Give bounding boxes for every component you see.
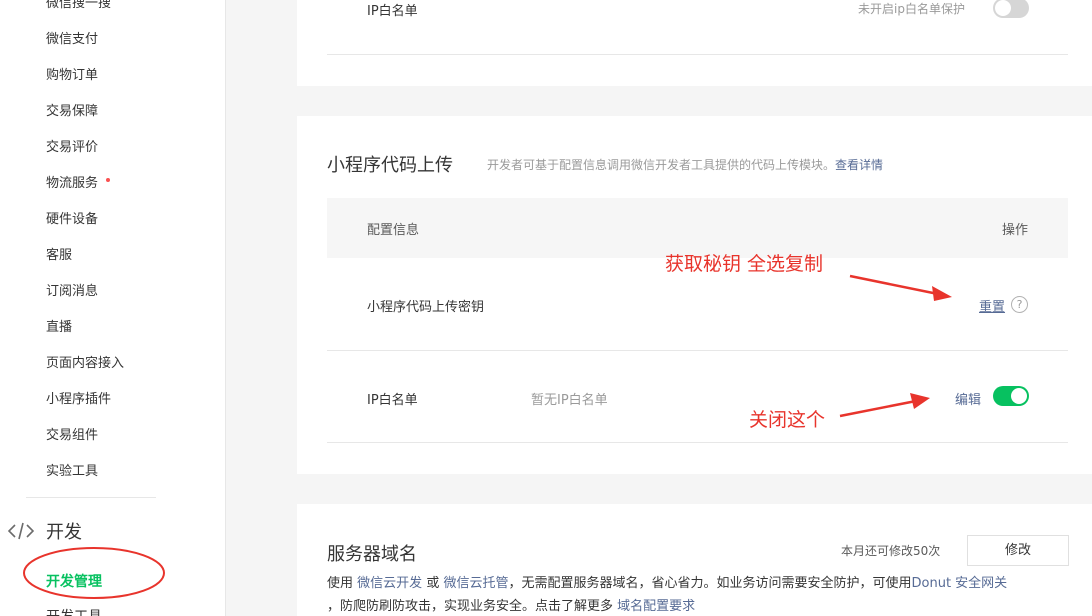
sidebar-item-dev-tools[interactable]: 开发工具 bbox=[46, 606, 102, 616]
ip-whitelist-enabled-toggle[interactable] bbox=[993, 386, 1029, 406]
sidebar-item-dev-manage[interactable]: 开发管理 bbox=[46, 571, 102, 591]
code-upload-desc: 开发者可基于配置信息调用微信开发者工具提供的代码上传模块。查看详情 bbox=[487, 156, 883, 173]
sidebar-divider bbox=[26, 497, 156, 498]
ip-whitelist-row-label: IP白名单 bbox=[367, 393, 418, 408]
code-upload-card: 小程序代码上传 开发者可基于配置信息调用微信开发者工具提供的代码上传模块。查看详… bbox=[297, 116, 1092, 474]
sidebar-item-trade-guarantee[interactable]: 交易保障 bbox=[46, 103, 98, 121]
domain-requirements-link[interactable]: 域名配置要求 bbox=[617, 599, 695, 614]
sidebar-item-search[interactable]: 微信搜一搜 bbox=[46, 0, 111, 13]
info-text: 或 bbox=[426, 576, 440, 591]
donut-gateway-link[interactable]: Donut 安全网关 bbox=[912, 576, 1008, 591]
col-actions: 操作 bbox=[1001, 223, 1028, 238]
sidebar-item-hardware[interactable]: 硬件设备 bbox=[46, 211, 98, 229]
annotation-close-this: 关闭这个 bbox=[749, 409, 826, 431]
ip-whitelist-label: IP白名单 bbox=[367, 4, 418, 19]
code-upload-desc-text: 开发者可基于配置信息调用微信开发者工具提供的代码上传模块。 bbox=[487, 158, 836, 172]
server-info-line-2: ，防爬防刷防攻击，实现业务安全。点击了解更多 域名配置要求 bbox=[327, 595, 695, 614]
ip-whitelist-card: IP白名单 未开启ip白名单保护 bbox=[297, 0, 1092, 86]
sidebar-item-subscribe[interactable]: 订阅消息 bbox=[46, 283, 98, 301]
upload-key-label: 小程序代码上传密钥 bbox=[367, 300, 485, 315]
sidebar: 微信搜一搜 微信支付 购物订单 交易保障 交易评价 物流服务 硬件设备 客服 订… bbox=[0, 0, 226, 616]
server-domain-title: 服务器域名 bbox=[327, 544, 417, 565]
ip-whitelist-empty: 暂无IP白名单 bbox=[531, 393, 608, 408]
divider bbox=[327, 54, 1068, 55]
info-text: ，无需配置服务器域名，省心省力。如业务访问需要安全防护，可使用 bbox=[508, 576, 912, 591]
modify-button[interactable]: 修改 bbox=[967, 535, 1069, 566]
col-config-info: 配置信息 bbox=[367, 223, 420, 238]
sidebar-item-lab-tools[interactable]: 实验工具 bbox=[46, 463, 98, 481]
code-upload-title: 小程序代码上传 bbox=[327, 155, 453, 176]
server-info-line-1: 使用 微信云开发 或 微信云托管，无需配置服务器域名，省心省力。如业务访问需要安… bbox=[327, 572, 1007, 591]
view-details-link[interactable]: 查看详情 bbox=[835, 158, 883, 172]
sidebar-section-develop[interactable]: 开发 bbox=[8, 518, 82, 544]
cloud-hosting-link[interactable]: 微信云托管 bbox=[443, 576, 508, 591]
sidebar-item-live[interactable]: 直播 bbox=[46, 319, 72, 337]
sidebar-item-orders[interactable]: 购物订单 bbox=[46, 67, 98, 85]
reset-key-link[interactable]: 重置 bbox=[979, 296, 1005, 315]
help-icon[interactable]: ? bbox=[1011, 296, 1028, 313]
sidebar-item-trade-component[interactable]: 交易组件 bbox=[46, 427, 98, 445]
toggle-knob bbox=[1011, 388, 1027, 404]
sidebar-item-logistics[interactable]: 物流服务 bbox=[46, 175, 98, 193]
info-text: ，防爬防刷防攻击，实现业务安全。点击了解更多 bbox=[327, 599, 614, 614]
modify-quota: 本月还可修改50次 bbox=[841, 544, 941, 558]
sidebar-item-page-content[interactable]: 页面内容接入 bbox=[46, 355, 124, 373]
sidebar-item-trade-review[interactable]: 交易评价 bbox=[46, 139, 98, 157]
new-badge-dot bbox=[106, 178, 110, 182]
cloud-dev-link[interactable]: 微信云开发 bbox=[357, 576, 422, 591]
sidebar-item-customer-service[interactable]: 客服 bbox=[46, 247, 72, 265]
divider bbox=[327, 350, 1068, 351]
info-text: 使用 bbox=[327, 576, 354, 591]
sidebar-section-label: 开发 bbox=[46, 522, 82, 543]
sidebar-item-plugins[interactable]: 小程序插件 bbox=[46, 391, 111, 409]
sidebar-item-wechat-pay[interactable]: 微信支付 bbox=[46, 31, 98, 49]
ip-whitelist-toggle[interactable] bbox=[993, 0, 1029, 18]
toggle-knob bbox=[995, 0, 1011, 16]
annotation-get-key: 获取秘钥 全选复制 bbox=[665, 253, 824, 275]
edit-ip-link[interactable]: 编辑 bbox=[955, 389, 981, 408]
ip-whitelist-status: 未开启ip白名单保护 bbox=[858, 2, 965, 16]
divider bbox=[327, 442, 1068, 443]
code-icon bbox=[8, 522, 34, 540]
server-domain-card: 服务器域名 本月还可修改50次 修改 使用 微信云开发 或 微信云托管，无需配置… bbox=[297, 504, 1092, 616]
